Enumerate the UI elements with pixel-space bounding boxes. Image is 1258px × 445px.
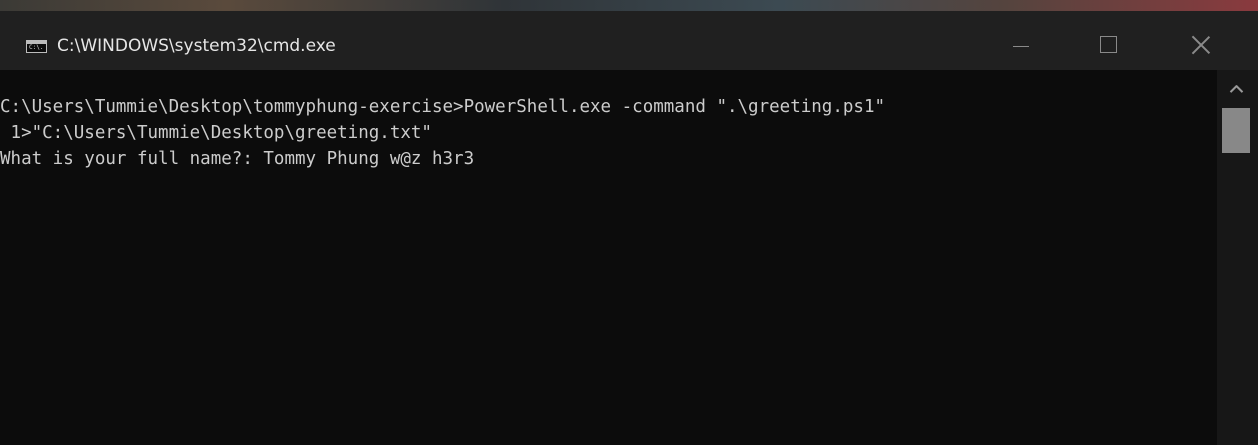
cmd-app-icon-label: C:\. [29, 44, 44, 51]
cmd-window: C:\. C:\WINDOWS\system32\cmd.exe C:\User… [0, 11, 1258, 445]
close-button[interactable] [1159, 22, 1258, 70]
console-output[interactable]: C:\Users\Tummie\Desktop\tommyphung-exerc… [0, 70, 1217, 445]
title-bar[interactable]: C:\. C:\WINDOWS\system32\cmd.exe [0, 11, 1258, 70]
maximize-button[interactable] [1067, 22, 1159, 70]
close-icon [1189, 33, 1213, 57]
console-line: What is your full name?: Tommy Phung w@z… [0, 149, 475, 169]
desktop-background [0, 0, 1258, 11]
console-line: C:\Users\Tummie\Desktop\tommyphung-exerc… [0, 97, 886, 117]
window-title: C:\WINDOWS\system32\cmd.exe [57, 36, 336, 56]
console-line: 1>"C:\Users\Tummie\Desktop\greeting.txt" [0, 123, 432, 143]
scrollbar-thumb[interactable] [1222, 108, 1250, 153]
maximize-icon [1100, 36, 1117, 53]
minimize-icon [1013, 46, 1029, 47]
cmd-app-icon[interactable]: C:\. [26, 40, 47, 53]
scroll-up-arrow-icon[interactable] [1229, 84, 1243, 94]
vertical-scrollbar[interactable] [1217, 70, 1258, 445]
minimize-button[interactable] [975, 22, 1067, 70]
